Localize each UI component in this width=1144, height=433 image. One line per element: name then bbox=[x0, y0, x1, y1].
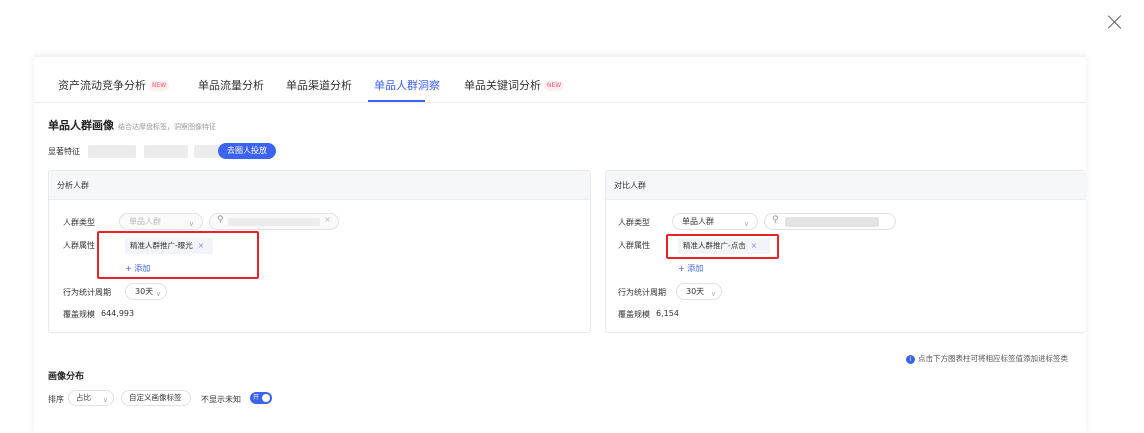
tab-bar: 资产流动竞争分析 NEW 单品流量分析 单品渠道分析 单品人群洞察 单品关键词分析… bbox=[34, 57, 1086, 103]
analysis-crowd-card: 分析人群 人群类型 单品人群 ∨ ⚲ × 人群属性 精准人群推广-曝光 × + 添… bbox=[48, 170, 591, 333]
select-value: 单品人群 bbox=[129, 217, 161, 226]
coverage-value: 6,154 bbox=[656, 309, 679, 318]
crowd-attr-label: 人群属性 bbox=[618, 241, 650, 250]
toggle-knob bbox=[262, 394, 270, 402]
crowd-type-select[interactable]: 单品人群 ∨ bbox=[119, 213, 203, 230]
tab-label: 单品人群洞察 bbox=[374, 79, 440, 92]
portrait-title-text: 单品人群画像 bbox=[48, 119, 114, 132]
new-badge: NEW bbox=[544, 81, 565, 91]
chevron-down-icon: ∨ bbox=[155, 290, 161, 298]
period-select[interactable]: 30天 ∨ bbox=[125, 283, 167, 300]
launch-crowd-button[interactable]: 去圈人投放 bbox=[218, 143, 276, 159]
card-title: 分析人群 bbox=[49, 171, 590, 200]
feature-label: 显著特征 bbox=[48, 147, 80, 156]
crowd-search-input[interactable]: ⚲ bbox=[764, 213, 896, 230]
tab-label: 单品关键词分析 bbox=[464, 79, 541, 92]
tab-label: 资产流动竞争分析 bbox=[58, 79, 146, 92]
period-select[interactable]: 30天 ∨ bbox=[676, 283, 722, 300]
chevron-down-icon: ∨ bbox=[743, 220, 749, 228]
crowd-type-label: 人群类型 bbox=[618, 218, 650, 227]
tab-label: 单品流量分析 bbox=[198, 79, 264, 92]
toggle-label: 开 bbox=[253, 394, 260, 401]
select-value: 单品人群 bbox=[682, 217, 714, 226]
new-badge: NEW bbox=[149, 81, 170, 91]
coverage-value: 644,993 bbox=[101, 309, 135, 318]
distribution-title: 画像分布 bbox=[48, 372, 85, 382]
coverage-label: 覆盖规模 bbox=[618, 310, 650, 319]
tab-keyword[interactable]: 单品关键词分析 NEW bbox=[464, 77, 565, 93]
compare-crowd-card: 对比人群 人群类型 单品人群 ∨ ⚲ 人群属性 精准人群推广-点击 × + 添加 … bbox=[605, 170, 1086, 333]
crowd-type-select[interactable]: 单品人群 ∨ bbox=[672, 213, 758, 230]
search-icon: ⚲ bbox=[217, 215, 224, 225]
period-label: 行为统计周期 bbox=[618, 288, 666, 297]
tab-crowd-insight[interactable]: 单品人群洞察 bbox=[374, 77, 440, 93]
tab-label: 单品渠道分析 bbox=[286, 79, 352, 92]
crowd-attr-label: 人群属性 bbox=[63, 241, 95, 250]
tab-channel[interactable]: 单品渠道分析 bbox=[286, 77, 352, 93]
chevron-down-icon: ∨ bbox=[188, 220, 194, 228]
chevron-down-icon: ∨ bbox=[102, 396, 108, 404]
info-note-text: 点击下方图表柱可将相应标签值添加进标签类 bbox=[918, 354, 1068, 363]
tab-traffic[interactable]: 单品流量分析 bbox=[198, 77, 264, 93]
add-attr-link[interactable]: + 添加 bbox=[678, 263, 703, 274]
card-title: 对比人群 bbox=[606, 171, 1086, 200]
custom-tag-button[interactable]: 自定义画像标签 bbox=[121, 390, 191, 406]
portrait-title: 单品人群画像 结合达摩盘标签，洞察图像特征 bbox=[48, 117, 216, 133]
select-value: 占比 bbox=[76, 393, 91, 402]
hide-unknown-toggle[interactable]: 开 bbox=[250, 392, 272, 404]
highlight-box bbox=[97, 231, 259, 279]
portrait-subtitle: 结合达摩盘标签，洞察图像特征 bbox=[118, 123, 216, 131]
info-note: i 点击下方图表柱可将相应标签值添加进标签类 bbox=[906, 353, 1068, 364]
crowd-search-input[interactable]: ⚲ × bbox=[209, 213, 339, 230]
redacted-text bbox=[228, 218, 320, 226]
feature-tag-redacted bbox=[88, 145, 136, 158]
crowd-type-label: 人群类型 bbox=[63, 218, 95, 227]
clear-icon[interactable]: × bbox=[324, 215, 331, 224]
tab-asset-flow[interactable]: 资产流动竞争分析 NEW bbox=[58, 77, 170, 93]
hide-unknown-label: 不显示未知 bbox=[201, 395, 241, 404]
sort-select[interactable]: 占比 ∨ bbox=[68, 390, 114, 406]
sort-label: 排序 bbox=[48, 395, 64, 404]
select-value: 30天 bbox=[135, 287, 154, 296]
feature-tag-redacted bbox=[144, 145, 188, 158]
period-label: 行为统计周期 bbox=[63, 288, 111, 297]
coverage-label: 覆盖规模 bbox=[63, 310, 95, 319]
redacted-text bbox=[785, 217, 879, 227]
close-icon[interactable] bbox=[1106, 13, 1124, 31]
info-icon: i bbox=[906, 354, 915, 364]
select-value: 30天 bbox=[686, 287, 705, 296]
active-tab-underline bbox=[368, 100, 425, 102]
chevron-down-icon: ∨ bbox=[710, 290, 716, 298]
search-icon: ⚲ bbox=[772, 215, 779, 225]
highlight-box bbox=[666, 234, 779, 259]
